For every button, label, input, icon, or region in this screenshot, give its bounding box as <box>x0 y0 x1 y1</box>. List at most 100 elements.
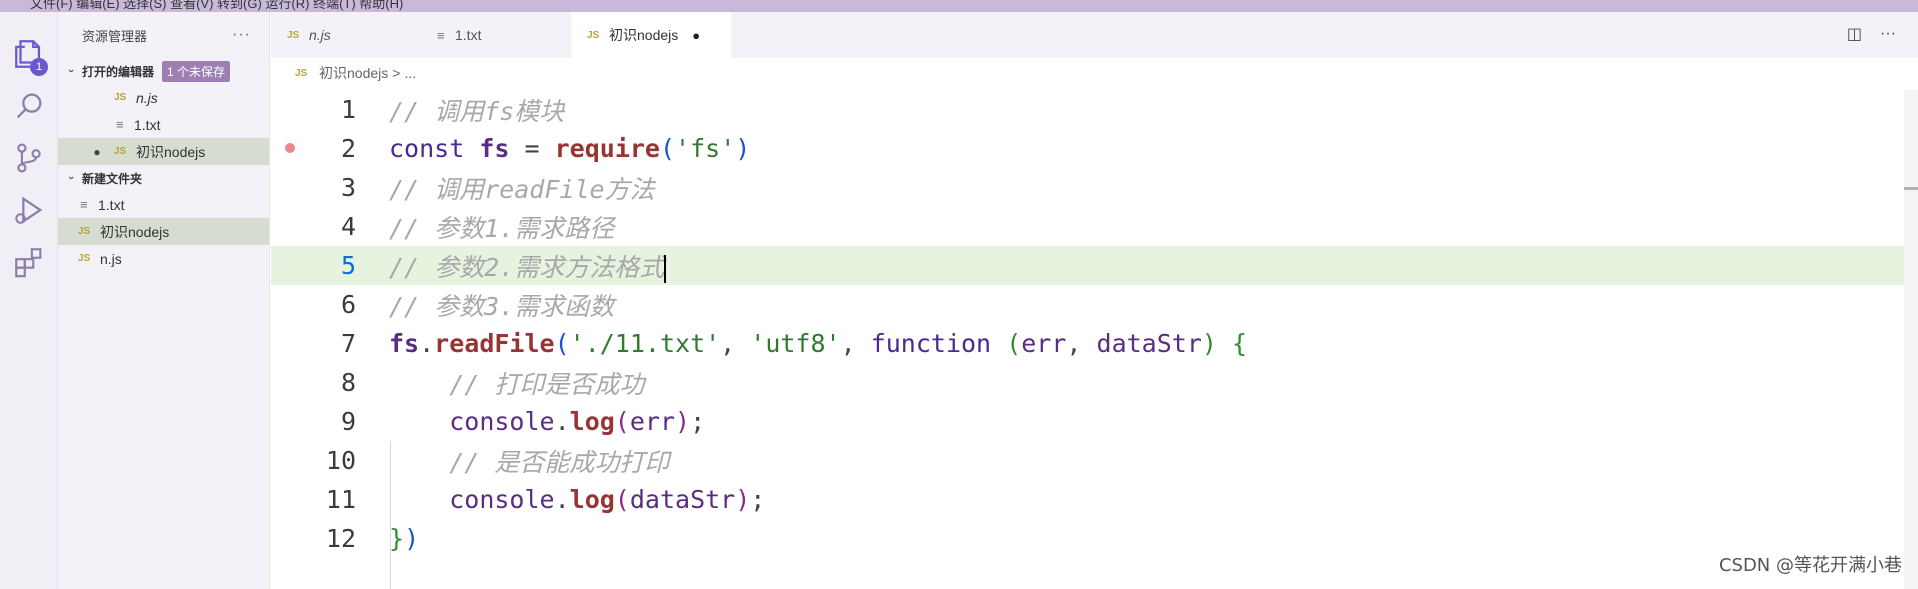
code-line[interactable]: 4 // 参数1.需求路径 <box>271 207 1918 246</box>
line-content: // 调用fs模块 <box>389 96 565 126</box>
line-content: console.log(err); <box>449 407 706 436</box>
breadcrumb-rest[interactable]: ... <box>404 65 416 81</box>
more-actions-icon[interactable]: ··· <box>1880 25 1896 43</box>
breadcrumb-separator: > <box>392 65 401 81</box>
js-file-icon: JS <box>287 29 300 41</box>
text-file-icon: ≡ <box>116 117 124 132</box>
watermark: CSDN @等花开满小巷 <box>1718 555 1902 576</box>
open-editor-item[interactable]: ≡ 1.txt <box>58 111 269 138</box>
js-file-icon: JS <box>587 29 600 41</box>
line-number: 6 <box>340 290 356 319</box>
line-number: 4 <box>340 212 356 241</box>
file-name: n.js <box>100 250 122 267</box>
open-editor-item[interactable]: ● JS 初识nodejs <box>58 138 269 165</box>
code-line[interactable]: 11 console.log(dataStr); <box>271 480 1918 519</box>
line-content: // 打印是否成功 <box>389 369 645 399</box>
line-number: 11 <box>325 485 356 514</box>
line-content: console.log(dataStr); <box>449 485 766 514</box>
code-line[interactable]: 12 }) <box>271 519 1918 558</box>
code-line[interactable]: 9 console.log(err); <box>271 402 1918 441</box>
code-line[interactable]: 7 fs.readFile('./11.txt', 'utf8', functi… <box>271 324 1918 363</box>
code-line[interactable]: 6 // 参数3.需求函数 <box>271 285 1918 324</box>
title-bar: 文件(F) 编辑(E) 选择(S) 查看(V) 转到(G) 运行(R) 终端(T… <box>0 0 1918 12</box>
vertical-scrollbar[interactable] <box>1904 90 1918 589</box>
breadcrumb: JS 初识nodejs > ... <box>295 62 416 84</box>
line-number: 7 <box>340 329 356 358</box>
search-icon <box>16 93 42 119</box>
run-debug-activity[interactable] <box>0 186 58 234</box>
js-file-icon: JS <box>114 92 127 103</box>
explorer-sidebar: 资源管理器 ··· › 打开的编辑器 1 个未保存 JS n.js ≡ 1.tx… <box>58 12 270 589</box>
editor-actions: ◫ ··· <box>1847 24 1896 44</box>
explorer-badge: 1 <box>30 58 48 76</box>
line-content: // 是否能成功打印 <box>389 447 670 477</box>
line-content: // 参数2.需求方法格式 <box>389 252 667 283</box>
js-file-icon: JS <box>78 226 91 237</box>
file-name: 初识nodejs <box>100 223 170 240</box>
open-editor-item[interactable]: JS n.js <box>58 84 269 111</box>
line-number: 8 <box>340 368 356 397</box>
folder-label: 新建文件夹 <box>82 171 143 186</box>
line-content: const fs = require('fs') <box>389 134 751 163</box>
tab-nodejs[interactable]: JS 初识nodejs ● <box>571 12 731 58</box>
folder-file-item[interactable]: JS n.js <box>58 245 269 272</box>
text-file-icon: ≡ <box>437 27 445 43</box>
file-name: n.js <box>136 89 158 106</box>
unsaved-badge: 1 个未保存 <box>162 60 231 82</box>
tab-label: 初识nodejs <box>609 27 679 43</box>
extensions-activity[interactable] <box>0 238 58 286</box>
menu-bar[interactable]: 文件(F) 编辑(E) 选择(S) 查看(V) 转到(G) 运行(R) 终端(T… <box>30 0 403 12</box>
chevron-down-icon: › <box>65 176 77 180</box>
tab-label: 1.txt <box>455 27 482 43</box>
file-name: 初识nodejs <box>136 143 206 160</box>
source-control-activity[interactable] <box>0 134 58 182</box>
split-editor-icon[interactable]: ◫ <box>1847 24 1862 44</box>
line-number: 1 <box>340 95 356 124</box>
code-line-current[interactable]: 5 // 参数2.需求方法格式 <box>271 246 1918 285</box>
line-content: // 调用readFile方法 <box>389 174 655 204</box>
tab-bar: JS n.js ≡ 1.txt JS 初识nodejs ● ◫ ··· <box>271 12 1918 58</box>
open-editors-section[interactable]: › 打开的编辑器 1 个未保存 <box>58 58 269 84</box>
js-file-icon: JS <box>295 67 308 79</box>
file-name: 1.txt <box>98 196 125 213</box>
line-number: 10 <box>325 446 356 475</box>
line-number: 12 <box>325 524 356 553</box>
scroll-position-marker <box>1904 187 1918 190</box>
explorer-title: 资源管理器 <box>82 28 148 44</box>
source-control-icon <box>17 143 41 173</box>
line-number: 3 <box>340 173 356 202</box>
open-editors-label: 打开的编辑器 <box>82 64 155 79</box>
editor-area: JS n.js ≡ 1.txt JS 初识nodejs ● ◫ ··· JS 初… <box>271 12 1918 589</box>
file-name: 1.txt <box>134 116 161 133</box>
code-line[interactable]: 1 // 调用fs模块 <box>271 90 1918 129</box>
explorer-header: 资源管理器 ··· <box>58 12 269 58</box>
explorer-activity[interactable]: 1 <box>0 30 58 78</box>
code-line[interactable]: 2 const fs = require('fs') <box>271 129 1918 168</box>
more-actions-icon[interactable]: ··· <box>232 26 251 44</box>
search-activity[interactable] <box>0 82 58 130</box>
code-line[interactable]: 8 // 打印是否成功 <box>271 363 1918 402</box>
line-content: // 参数1.需求路径 <box>389 213 615 243</box>
chevron-down-icon: › <box>65 69 77 73</box>
extensions-icon <box>15 248 42 278</box>
folder-file-item[interactable]: JS 初识nodejs <box>58 218 269 245</box>
code-line[interactable]: 10 // 是否能成功打印 <box>271 441 1918 480</box>
run-debug-icon <box>15 196 43 224</box>
line-content: fs.readFile('./11.txt', 'utf8', function… <box>389 329 1248 358</box>
tab-n-js[interactable]: JS n.js <box>271 12 421 58</box>
js-file-icon: JS <box>114 146 127 157</box>
text-cursor <box>664 254 667 283</box>
breadcrumb-file[interactable]: 初识nodejs <box>319 63 388 83</box>
unsaved-dot-icon: ● <box>93 144 101 159</box>
tab-label: n.js <box>309 27 331 43</box>
folder-file-item[interactable]: ≡ 1.txt <box>58 191 269 218</box>
text-file-icon: ≡ <box>80 197 88 212</box>
line-number: 5 <box>340 251 356 280</box>
js-file-icon: JS <box>78 253 91 264</box>
line-content: }) <box>389 524 420 553</box>
unsaved-dot-icon[interactable]: ● <box>692 28 700 43</box>
activity-bar: 1 <box>0 12 58 589</box>
folder-section[interactable]: › 新建文件夹 <box>58 165 269 191</box>
code-line[interactable]: 3 // 调用readFile方法 <box>271 168 1918 207</box>
tab-1-txt[interactable]: ≡ 1.txt <box>421 12 571 58</box>
